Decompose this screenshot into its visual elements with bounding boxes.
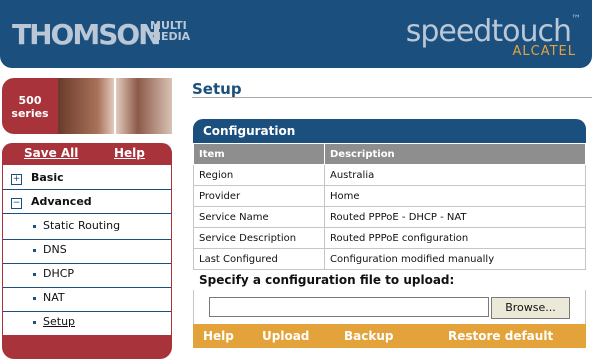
- sidebar-item-dns[interactable]: DNS: [3, 240, 171, 264]
- sidebar-item-setup[interactable]: Setup: [3, 312, 171, 335]
- bullet-icon: [33, 273, 36, 276]
- sidebar-item-label: DNS: [43, 243, 67, 256]
- sidebar-item-label: Setup: [43, 315, 76, 328]
- restore-default-button[interactable]: Restore default: [448, 329, 553, 343]
- panel-title: Configuration: [203, 124, 296, 138]
- table-cell: Routed PPPoE configuration: [324, 227, 586, 249]
- save-all-link[interactable]: Save All: [24, 146, 78, 160]
- sidebar-bottom-bar: [2, 335, 172, 359]
- table-cell: Provider: [193, 185, 325, 207]
- sidebar-top-bar: Save All Help: [2, 143, 172, 165]
- page-title: Setup: [192, 80, 242, 98]
- table-cell: Home: [324, 185, 586, 207]
- bullet-icon: [33, 321, 36, 324]
- plus-box-icon: +: [11, 174, 22, 185]
- upload-label: Specify a configuration file to upload:: [199, 273, 455, 287]
- sidebar-item-label: Advanced: [31, 195, 92, 208]
- table-cell: Configuration modified manually: [324, 248, 586, 270]
- trademark-mark: ™: [571, 14, 581, 25]
- help-link[interactable]: Help: [114, 146, 145, 160]
- alcatel-logo: ALCATEL: [512, 44, 576, 59]
- sidebar-nav: + Basic − Advanced Static Routing DNS DH…: [2, 165, 172, 335]
- top-banner: THOMSON MULTI MEDIA speedtouch™ ALCATEL: [0, 0, 592, 68]
- bullet-icon: [33, 249, 36, 252]
- upload-button[interactable]: Upload: [262, 329, 309, 343]
- multimedia-line-2: MEDIA: [150, 30, 191, 43]
- column-header-description: Description: [324, 143, 586, 165]
- table-cell: Last Configured: [193, 248, 325, 270]
- minus-box-icon: −: [11, 198, 22, 209]
- multimedia-logo-text: MULTI MEDIA: [150, 20, 190, 42]
- sidebar-item-basic[interactable]: + Basic: [3, 168, 171, 190]
- title-divider: [192, 97, 592, 98]
- file-path-input[interactable]: [209, 297, 489, 317]
- photo-divider: [114, 78, 116, 134]
- help-action-button[interactable]: Help: [203, 329, 234, 343]
- bullet-icon: [33, 225, 36, 228]
- configuration-table: Item Description Region Australia Provid…: [193, 143, 586, 270]
- series-number: 500: [18, 94, 42, 107]
- sidebar-item-advanced[interactable]: − Advanced: [3, 192, 171, 214]
- configuration-panel-header: Configuration: [193, 119, 586, 143]
- sidebar-item-dhcp[interactable]: DHCP: [3, 264, 171, 288]
- column-header-item: Item: [193, 143, 325, 165]
- header-photo: [58, 78, 172, 134]
- sidebar-item-nat[interactable]: NAT: [3, 288, 171, 312]
- series-badge: 500 series: [2, 78, 58, 134]
- action-bar: Help Upload Backup Restore default: [193, 324, 586, 348]
- table-cell: Routed PPPoE - DHCP - NAT: [324, 206, 586, 228]
- table-cell: Region: [193, 164, 325, 186]
- table-row: Region Australia: [193, 164, 586, 186]
- sidebar-item-label: Basic: [31, 171, 64, 184]
- table-row: Provider Home: [193, 185, 586, 207]
- table-row: Service Description Routed PPPoE configu…: [193, 227, 586, 249]
- browse-button[interactable]: Browse...: [491, 297, 570, 319]
- table-row: Service Name Routed PPPoE - DHCP - NAT: [193, 206, 586, 228]
- table-header-row: Item Description: [193, 143, 586, 165]
- table-cell: Service Name: [193, 206, 325, 228]
- table-cell: Australia: [324, 164, 586, 186]
- bullet-icon: [33, 297, 36, 300]
- sidebar-item-label: NAT: [43, 291, 65, 304]
- thomson-logo: THOMSON: [12, 18, 162, 51]
- sidebar-item-label: Static Routing: [43, 219, 121, 232]
- series-word: series: [11, 107, 49, 120]
- backup-button[interactable]: Backup: [344, 329, 393, 343]
- table-cell: Service Description: [193, 227, 325, 249]
- sidebar-item-static-routing[interactable]: Static Routing: [3, 216, 171, 240]
- sidebar-item-label: DHCP: [43, 267, 75, 280]
- table-row: Last Configured Configuration modified m…: [193, 248, 586, 270]
